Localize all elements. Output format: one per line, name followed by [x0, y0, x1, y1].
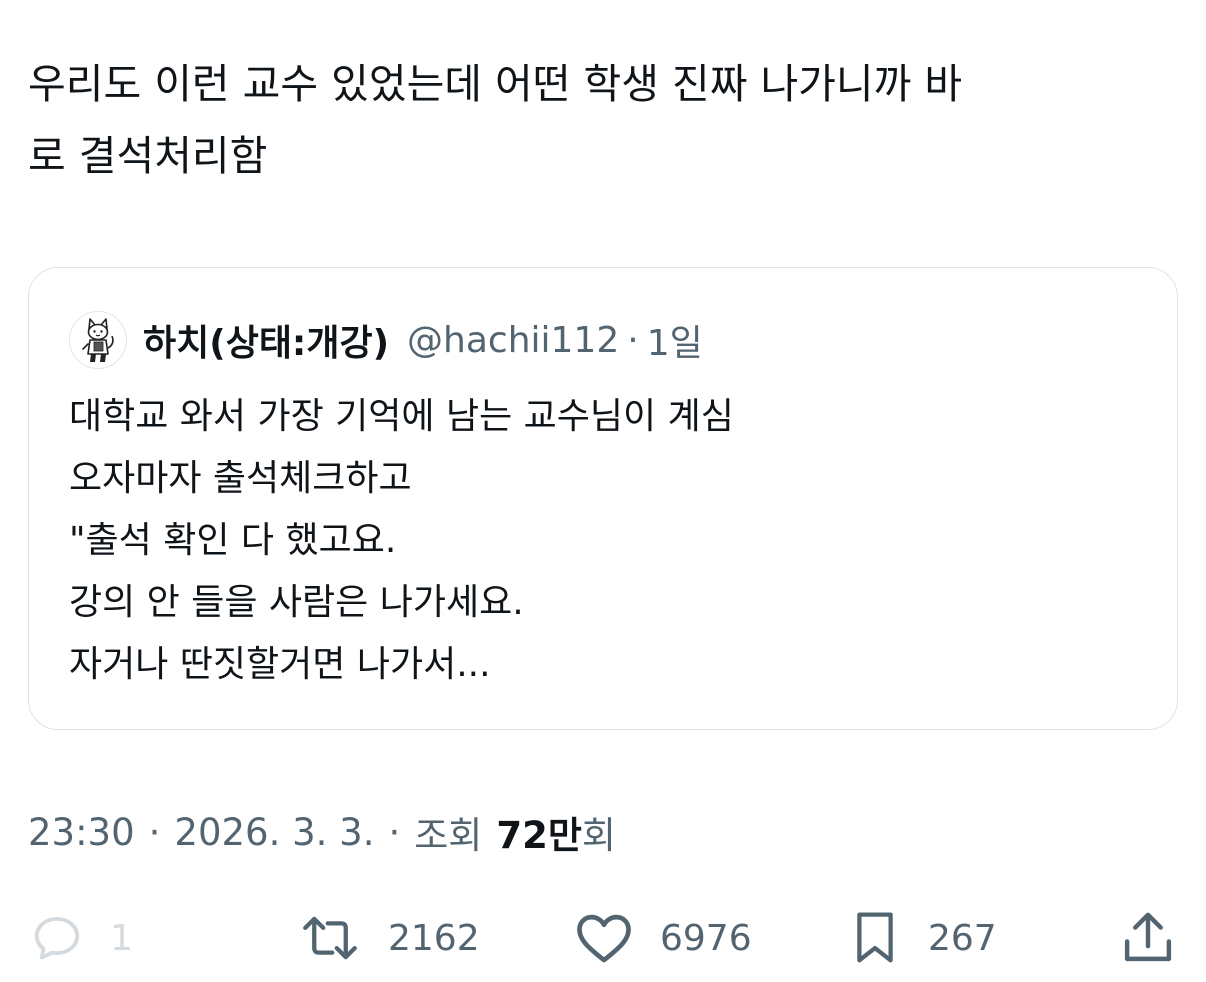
- retweet-count: 2162: [388, 917, 480, 959]
- bookmark-icon: [848, 909, 902, 967]
- action-bar: 1 2162 6976 267: [0, 903, 1206, 973]
- cat-character-icon: [82, 318, 114, 362]
- quoted-tweet-card[interactable]: 하치(상태:개강) @hachii112 · 1일 대학교 와서 가장 기억에 …: [28, 267, 1178, 730]
- bookmark-count: 267: [928, 917, 997, 959]
- quoted-timestamp[interactable]: 1일: [647, 314, 703, 366]
- quoted-display-name[interactable]: 하치(상태:개강): [143, 314, 389, 366]
- retweet-button[interactable]: 2162: [298, 903, 480, 973]
- like-button[interactable]: 6976: [574, 903, 752, 973]
- views-suffix: 회: [581, 814, 616, 857]
- bookmark-button[interactable]: 267: [848, 903, 997, 973]
- tweet-meta: 23:30 · 2026. 3. 3. · 조회 72만 회: [28, 802, 616, 862]
- share-button[interactable]: [1120, 903, 1176, 973]
- views-count: 72만: [496, 814, 582, 857]
- reply-icon: [30, 911, 84, 965]
- header-separator: ·: [627, 319, 639, 361]
- reply-button[interactable]: 1: [30, 903, 133, 973]
- heart-icon: [574, 911, 634, 965]
- quoted-tweet-header: 하치(상태:개강) @hachii112 · 1일: [69, 308, 703, 372]
- views-label: 조회: [414, 814, 483, 857]
- tweet-time[interactable]: 23:30: [28, 811, 135, 854]
- quoted-tweet-text: 대학교 와서 가장 기억에 남는 교수님이 계심 오자마자 출석체크하고 "출석…: [69, 396, 734, 685]
- meta-separator: ·: [388, 810, 401, 854]
- tweet-text: 우리도 이런 교수 있었는데 어떤 학생 진짜 나가니까 바 로 결석처리함: [28, 60, 963, 180]
- tweet-date[interactable]: 2026. 3. 3.: [174, 811, 374, 854]
- like-count: 6976: [660, 917, 752, 959]
- meta-separator: ·: [148, 810, 161, 854]
- retweet-icon: [298, 911, 362, 965]
- quoted-handle[interactable]: @hachii112: [407, 320, 619, 361]
- reply-count: 1: [110, 917, 133, 959]
- share-icon: [1120, 909, 1176, 967]
- avatar[interactable]: [69, 311, 127, 369]
